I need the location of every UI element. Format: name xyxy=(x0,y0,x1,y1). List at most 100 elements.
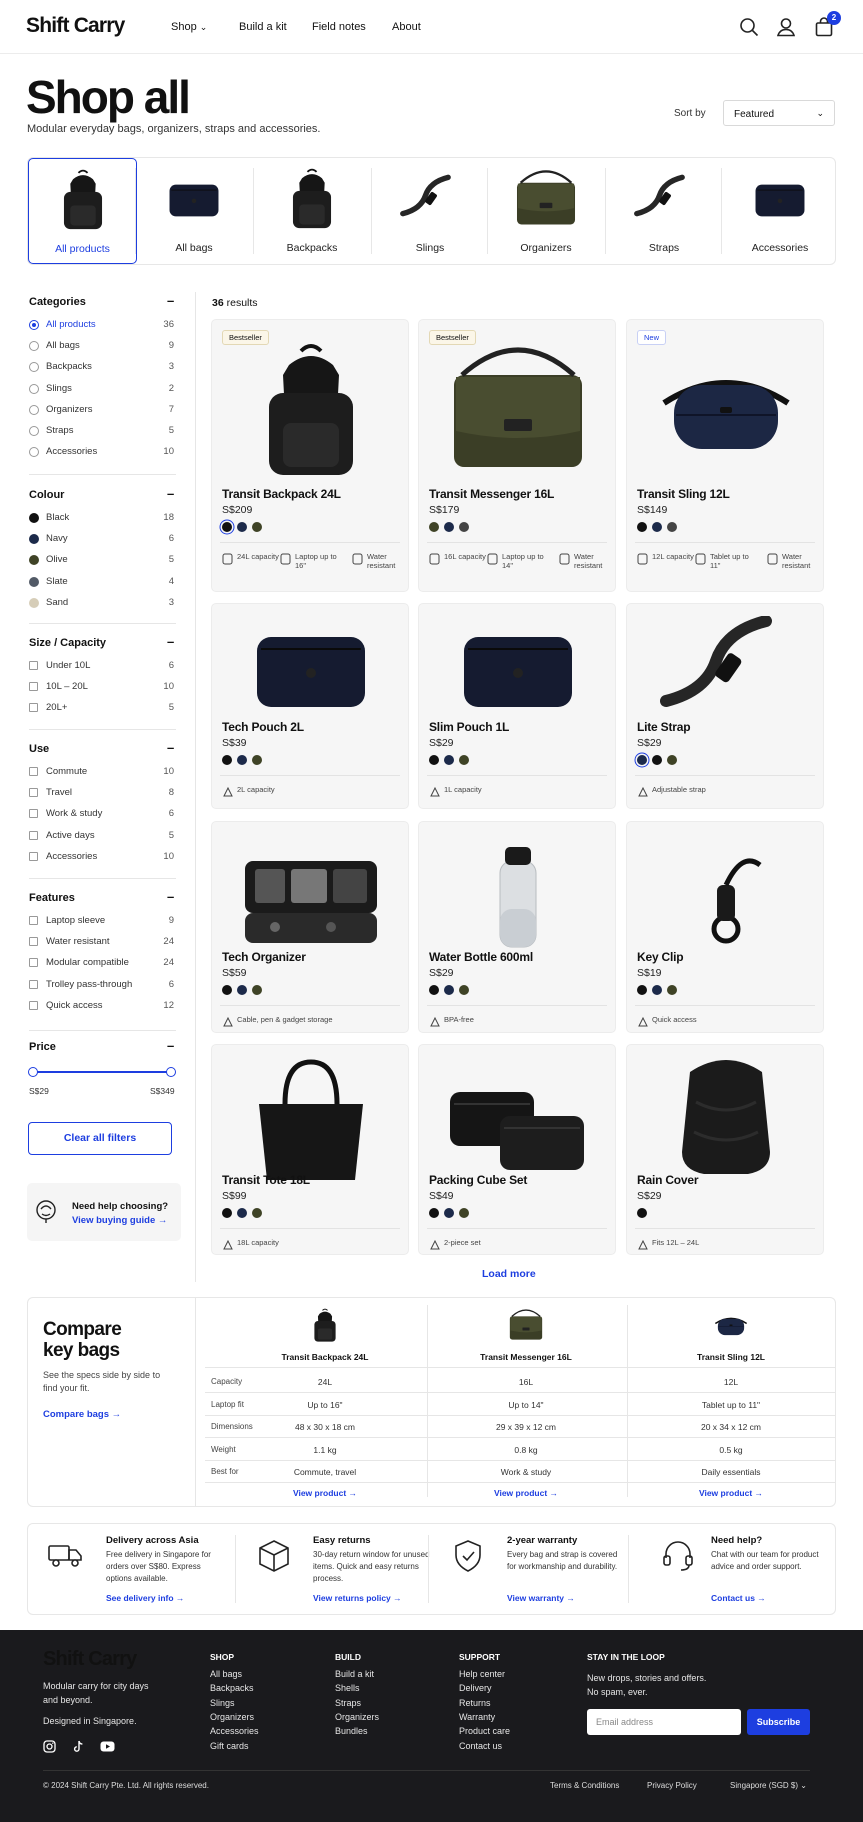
product-name[interactable]: Lite Strap xyxy=(637,720,691,734)
view-product-link[interactable]: View product → xyxy=(451,1488,601,1498)
colour-swatch[interactable] xyxy=(29,576,39,587)
product-card[interactable]: Rain Cover S$29 Fits 12L – 24L xyxy=(626,1044,824,1255)
nav-field-notes[interactable]: Field notes xyxy=(312,21,366,33)
checkbox[interactable] xyxy=(29,682,38,692)
service-link[interactable]: Contact us → xyxy=(711,1593,766,1603)
clear-filters-button[interactable]: Clear all filters xyxy=(28,1122,172,1155)
checkbox[interactable] xyxy=(29,767,38,776)
footer-link[interactable]: Build a kit xyxy=(335,1669,374,1679)
colour-swatch[interactable] xyxy=(237,1208,247,1218)
view-product-link[interactable]: View product → xyxy=(250,1488,400,1498)
product-card[interactable]: Tech Organizer S$59 Cable, pen & gadget st… xyxy=(211,821,409,1033)
filter-option-colour[interactable]: Slate 4 xyxy=(29,575,176,589)
colour-swatch[interactable] xyxy=(29,597,39,608)
filter-option-size[interactable]: 20L+ 5 xyxy=(29,701,176,715)
filter-option-categories[interactable]: All bags 9 xyxy=(29,339,176,353)
subscribe-button[interactable]: Subscribe xyxy=(747,1709,810,1735)
footer-link[interactable]: Backpacks xyxy=(210,1683,254,1693)
checkbox[interactable] xyxy=(29,916,38,925)
colour-swatch[interactable] xyxy=(444,755,454,765)
filter-option-categories[interactable]: Backpacks 3 xyxy=(29,360,176,374)
colour-swatch[interactable] xyxy=(667,755,677,765)
checkbox[interactable] xyxy=(29,1000,38,1010)
colour-swatch[interactable] xyxy=(237,755,247,765)
colour-swatch[interactable] xyxy=(652,755,662,765)
colour-swatch[interactable] xyxy=(459,755,469,765)
product-name[interactable]: Rain Cover xyxy=(637,1173,699,1187)
youtube-icon[interactable] xyxy=(100,1740,115,1753)
colour-swatch[interactable] xyxy=(637,522,647,532)
footer-link[interactable]: Warranty xyxy=(459,1712,495,1722)
category-tile-all-products[interactable]: All products xyxy=(28,158,137,264)
colour-swatch[interactable] xyxy=(444,985,454,995)
filter-option-categories[interactable]: Straps 5 xyxy=(29,424,176,438)
colour-swatch[interactable] xyxy=(429,1208,439,1218)
filter-option-size[interactable]: Under 10L 6 xyxy=(29,659,176,673)
product-card[interactable]: Transit Tote 18L S$99 18L capacity xyxy=(211,1044,409,1255)
filter-option-categories[interactable]: Slings 2 xyxy=(29,382,176,396)
price-min-handle[interactable] xyxy=(28,1067,38,1077)
sort-select[interactable]: Featured ⌄ xyxy=(723,100,835,126)
load-more-button[interactable]: Load more xyxy=(482,1268,536,1280)
colour-swatch[interactable] xyxy=(637,985,647,995)
checkbox[interactable] xyxy=(29,958,38,968)
footer-link[interactable]: Shells xyxy=(335,1683,360,1693)
product-card[interactable]: Lite Strap S$29 Adjustable strap xyxy=(626,603,824,809)
colour-swatch[interactable] xyxy=(237,522,247,532)
filter-option-use[interactable]: Active days 5 xyxy=(29,829,176,843)
compare-bags-link[interactable]: Compare bags → xyxy=(43,1409,121,1420)
nav-shop[interactable]: Shop ⌄ xyxy=(171,21,207,33)
filter-option-features[interactable]: Modular compatible 24 xyxy=(29,956,176,970)
filter-option-use[interactable]: Travel 8 xyxy=(29,786,176,800)
filter-option-colour[interactable]: Sand 3 xyxy=(29,596,176,610)
collapse-icon[interactable]: – xyxy=(167,293,174,308)
colour-swatch[interactable] xyxy=(652,985,662,995)
product-name[interactable]: Tech Organizer xyxy=(222,950,306,964)
category-tile-all-bags[interactable]: All bags xyxy=(138,158,250,264)
collapse-icon[interactable]: – xyxy=(167,486,174,501)
colour-swatch[interactable] xyxy=(222,755,232,765)
product-name[interactable]: Transit Backpack 24L xyxy=(222,487,341,501)
product-card[interactable]: Bestseller Transit Messenger 16L S$179 16L … xyxy=(418,319,616,592)
colour-swatch[interactable] xyxy=(459,985,469,995)
instagram-icon[interactable] xyxy=(43,1740,56,1753)
footer-link[interactable]: Returns xyxy=(459,1698,491,1708)
colour-swatch[interactable] xyxy=(429,522,439,532)
product-name[interactable]: Slim Pouch 1L xyxy=(429,720,509,734)
filter-option-use[interactable]: Accessories 10 xyxy=(29,850,176,864)
radio-button[interactable] xyxy=(29,404,39,415)
logo[interactable]: Shift Carry xyxy=(26,14,125,38)
filter-option-use[interactable]: Commute 10 xyxy=(29,765,176,779)
footer-link[interactable]: Straps xyxy=(335,1698,361,1708)
colour-swatch[interactable] xyxy=(459,1208,469,1218)
footer-link[interactable]: Organizers xyxy=(335,1712,379,1722)
price-max-handle[interactable] xyxy=(166,1067,176,1077)
filter-option-features[interactable]: Quick access 12 xyxy=(29,999,176,1013)
product-name[interactable]: Transit Tote 18L xyxy=(222,1173,310,1187)
checkbox[interactable] xyxy=(29,788,38,798)
product-name[interactable]: Packing Cube Set xyxy=(429,1173,527,1187)
product-name[interactable]: Tech Pouch 2L xyxy=(222,720,304,734)
service-link[interactable]: View warranty → xyxy=(507,1593,575,1603)
colour-swatch[interactable] xyxy=(429,755,439,765)
nav-build-a-kit[interactable]: Build a kit xyxy=(239,21,287,33)
colour-swatch[interactable] xyxy=(252,522,262,532)
region-select[interactable]: Singapore (SGD $) ⌄ xyxy=(730,1781,807,1790)
footer-link[interactable]: Help center xyxy=(459,1669,505,1679)
footer-link[interactable]: Accessories xyxy=(210,1726,259,1736)
checkbox[interactable] xyxy=(29,703,38,713)
colour-swatch[interactable] xyxy=(29,534,39,545)
email-input[interactable]: Email address xyxy=(587,1709,741,1735)
collapse-icon[interactable]: – xyxy=(167,634,174,649)
filter-option-features[interactable]: Trolley pass-through 6 xyxy=(29,978,176,992)
footer-link[interactable]: Bundles xyxy=(335,1726,368,1736)
checkbox[interactable] xyxy=(29,851,38,861)
product-card[interactable]: Water Bottle 600ml S$29 BPA-free xyxy=(418,821,616,1033)
product-name[interactable]: Transit Messenger 16L xyxy=(429,487,554,501)
category-tile-accessories[interactable]: Accessories xyxy=(724,158,836,264)
filter-option-colour[interactable]: Navy 6 xyxy=(29,532,176,546)
colour-swatch[interactable] xyxy=(222,522,232,532)
product-card[interactable]: Bestseller Transit Backpack 24L S$209 24L c… xyxy=(211,319,409,592)
colour-swatch[interactable] xyxy=(29,555,39,566)
product-name[interactable]: Transit Sling 12L xyxy=(637,487,730,501)
